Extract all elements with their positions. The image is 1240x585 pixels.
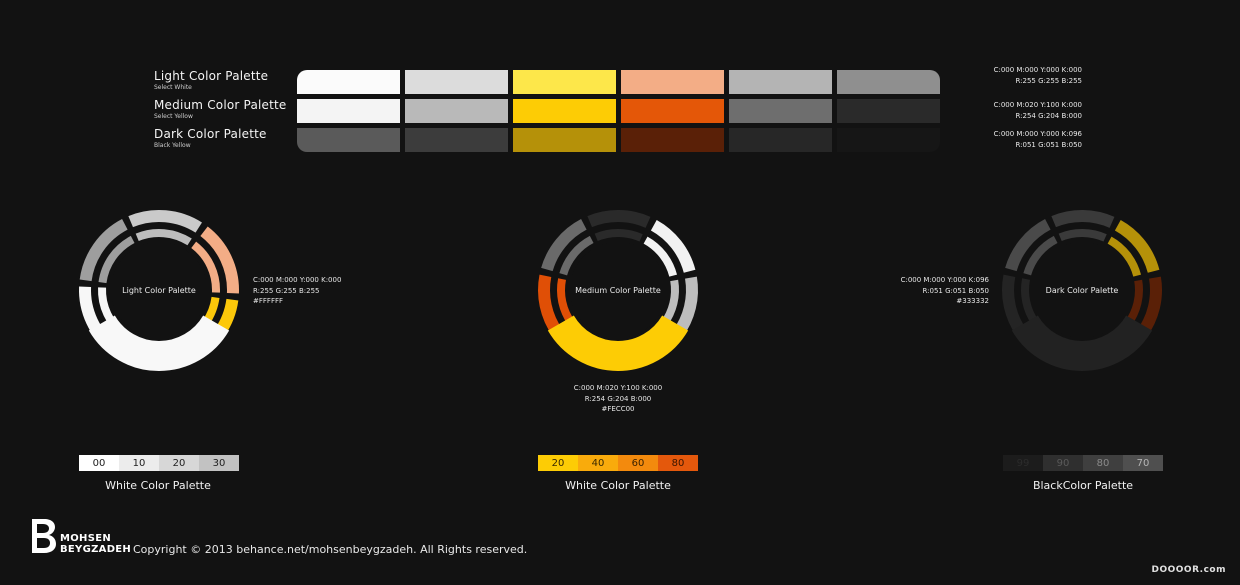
- tint-cell: 80: [1083, 455, 1123, 471]
- color-wheel-dark: Dark Color Palette: [997, 205, 1167, 375]
- tint-cell: 10: [119, 455, 159, 471]
- scale-caption: White Color Palette: [565, 479, 671, 492]
- color-swatch: [513, 99, 616, 123]
- rgb-value: R:051 G:051 B:050: [922, 286, 989, 295]
- brand-logo-icon: [30, 518, 58, 554]
- color-swatch: [297, 99, 400, 123]
- cmyk-value: C:000 M:000 Y:000 K:096: [900, 276, 989, 284]
- rgb-value: R:051 G:051 B:050: [1015, 141, 1082, 149]
- tint-scale-yellow: 20 40 60 80: [538, 455, 698, 471]
- cmyk-value: C:000 M:000 Y:000 K:096: [993, 130, 1082, 138]
- color-wheel-medium: Medium Color Palette: [533, 205, 703, 375]
- tint-scale-white: 00 10 20 30: [79, 455, 239, 471]
- tint-cell: 20: [159, 455, 199, 471]
- palette-title: Medium Color Palette: [154, 98, 287, 112]
- color-swatch: [297, 128, 400, 152]
- wheel-center-label: Dark Color Palette: [1045, 285, 1119, 295]
- wheel-center-label: Medium Color Palette: [575, 285, 661, 295]
- palette-subtitle: Black Yellow: [154, 142, 191, 149]
- rgb-value: R:255 G:255 B:255: [253, 286, 320, 295]
- tint-cell: 40: [578, 455, 618, 471]
- palette-values-dark: C:000 M:000 Y:000 K:096 R:051 G:051 B:05…: [994, 129, 1082, 151]
- wheel-info-dark: C:000 M:000 Y:000 K:096 R:051 G:051 B:05…: [901, 275, 989, 307]
- cmyk-value: C:000 M:020 Y:100 K:000: [573, 384, 663, 392]
- tint-cell: 99: [1003, 455, 1043, 471]
- tint-cell: 00: [79, 455, 119, 471]
- cmyk-value: C:000 M:020 Y:100 K:000: [993, 101, 1082, 109]
- tint-cell: 30: [199, 455, 239, 471]
- color-swatch: [405, 99, 508, 123]
- color-swatch: [513, 70, 616, 94]
- brand-name: MOHSEN BEYGZADEH: [60, 533, 131, 555]
- tint-cell: 70: [1123, 455, 1163, 471]
- hex-value: #FECC00: [601, 405, 635, 413]
- color-wheel-light: Light Color Palette: [74, 205, 244, 375]
- color-swatch: [837, 70, 940, 94]
- color-swatch: [513, 128, 616, 152]
- color-swatch: [729, 70, 832, 94]
- color-swatch: [729, 99, 832, 123]
- hex-value: #FFFFFF: [253, 297, 284, 305]
- swatch-row-medium: [297, 99, 940, 123]
- color-swatch: [837, 99, 940, 123]
- tint-scale-black: 99 90 80 70: [1003, 455, 1163, 471]
- rgb-value: R:254 G:204 B:000: [584, 394, 652, 403]
- cmyk-value: C:000 M:000 Y:000 K:000: [253, 276, 342, 284]
- wheel-center-label: Light Color Palette: [122, 285, 196, 295]
- tint-cell: 20: [538, 455, 578, 471]
- color-swatch: [297, 70, 400, 94]
- rgb-value: R:254 G:204 B:000: [1015, 112, 1082, 120]
- palette-title: Light Color Palette: [154, 69, 269, 83]
- color-swatch: [729, 128, 832, 152]
- scale-caption: BlackColor Palette: [1032, 479, 1134, 492]
- swatch-row-light: [297, 70, 940, 94]
- color-swatch: [621, 70, 724, 94]
- brand-last-name: BEYGZADEH: [60, 544, 132, 555]
- palette-label-dark: Dark Color Palette Black Yellow: [154, 127, 267, 149]
- color-swatch: [405, 70, 508, 94]
- color-swatch: [405, 128, 508, 152]
- color-swatch: [621, 99, 724, 123]
- hex-value: #333332: [956, 297, 989, 305]
- copyright-text: Copyright © 2013 behance.net/mohsenbeygz…: [133, 543, 528, 556]
- palette-title: Dark Color Palette: [154, 127, 267, 141]
- swatch-row-dark: [297, 128, 940, 152]
- scale-caption: White Color Palette: [105, 479, 211, 492]
- color-swatch: [621, 128, 724, 152]
- brand-first-name: MOHSEN: [60, 533, 112, 544]
- palette-values-light: C:000 M:000 Y:000 K:000 R:255 G:255 B:25…: [994, 65, 1082, 87]
- color-swatch: [837, 128, 940, 152]
- tint-cell: 60: [618, 455, 658, 471]
- palette-label-light: Light Color Palette Select White: [154, 69, 268, 91]
- palette-label-medium: Medium Color Palette Select Yellow: [154, 98, 287, 120]
- palette-subtitle: Select White: [154, 84, 192, 91]
- rgb-value: R:255 G:255 B:255: [1015, 77, 1082, 85]
- cmyk-value: C:000 M:000 Y:000 K:000: [993, 66, 1082, 74]
- watermark-text: DOOOOR.com: [1151, 565, 1226, 575]
- tint-cell: 90: [1043, 455, 1083, 471]
- wheel-info-medium: C:000 M:020 Y:100 K:000 R:254 G:204 B:00…: [563, 383, 673, 415]
- palette-values-medium: C:000 M:020 Y:100 K:000 R:254 G:204 B:00…: [994, 100, 1082, 122]
- tint-cell: 80: [658, 455, 698, 471]
- wheel-info-light: C:000 M:000 Y:000 K:000 R:255 G:255 B:25…: [253, 275, 341, 307]
- palette-subtitle: Select Yellow: [154, 113, 193, 120]
